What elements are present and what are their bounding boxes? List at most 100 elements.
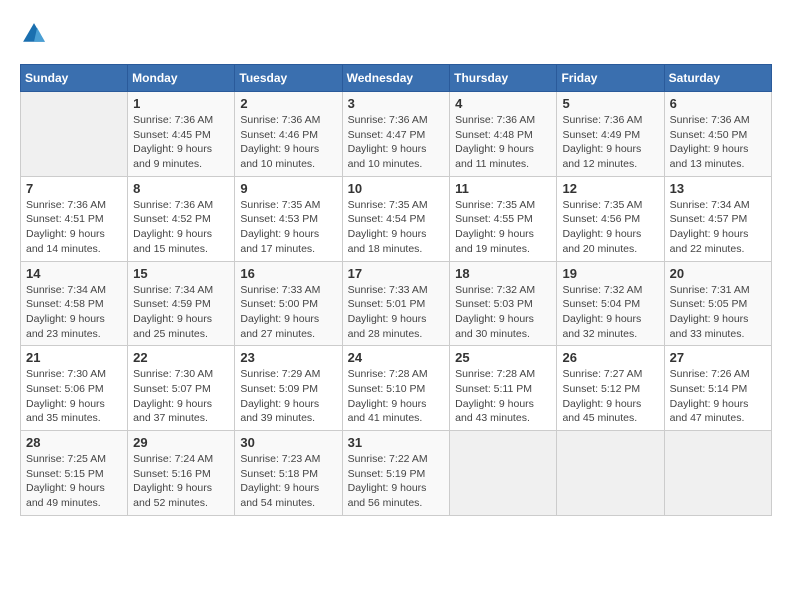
daylight-text: Daylight: 9 hours and 45 minutes.	[562, 397, 658, 426]
sunset-text: Sunset: 4:46 PM	[240, 128, 336, 143]
sunset-text: Sunset: 5:15 PM	[26, 467, 122, 482]
day-number: 1	[133, 96, 229, 111]
sunset-text: Sunset: 5:09 PM	[240, 382, 336, 397]
daylight-text: Daylight: 9 hours and 22 minutes.	[670, 227, 766, 256]
day-info: Sunrise: 7:35 AM Sunset: 4:56 PM Dayligh…	[562, 198, 658, 257]
day-number: 21	[26, 350, 122, 365]
sunset-text: Sunset: 5:04 PM	[562, 297, 658, 312]
sunset-text: Sunset: 4:55 PM	[455, 212, 551, 227]
calendar-cell: 21 Sunrise: 7:30 AM Sunset: 5:06 PM Dayl…	[21, 346, 128, 431]
sunset-text: Sunset: 5:18 PM	[240, 467, 336, 482]
sunrise-text: Sunrise: 7:36 AM	[348, 113, 445, 128]
sunrise-text: Sunrise: 7:36 AM	[133, 113, 229, 128]
daylight-text: Daylight: 9 hours and 37 minutes.	[133, 397, 229, 426]
daylight-text: Daylight: 9 hours and 15 minutes.	[133, 227, 229, 256]
calendar-cell: 3 Sunrise: 7:36 AM Sunset: 4:47 PM Dayli…	[342, 92, 450, 177]
sunrise-text: Sunrise: 7:36 AM	[133, 198, 229, 213]
daylight-text: Daylight: 9 hours and 11 minutes.	[455, 142, 551, 171]
header-row: SundayMondayTuesdayWednesdayThursdayFrid…	[21, 65, 772, 92]
sunset-text: Sunset: 4:56 PM	[562, 212, 658, 227]
day-info: Sunrise: 7:28 AM Sunset: 5:11 PM Dayligh…	[455, 367, 551, 426]
day-number: 2	[240, 96, 336, 111]
sunset-text: Sunset: 4:53 PM	[240, 212, 336, 227]
sunset-text: Sunset: 5:19 PM	[348, 467, 445, 482]
day-number: 22	[133, 350, 229, 365]
day-info: Sunrise: 7:36 AM Sunset: 4:49 PM Dayligh…	[562, 113, 658, 172]
calendar-cell: 16 Sunrise: 7:33 AM Sunset: 5:00 PM Dayl…	[235, 261, 342, 346]
sunset-text: Sunset: 4:59 PM	[133, 297, 229, 312]
calendar-cell: 24 Sunrise: 7:28 AM Sunset: 5:10 PM Dayl…	[342, 346, 450, 431]
day-number: 3	[348, 96, 445, 111]
sunrise-text: Sunrise: 7:32 AM	[562, 283, 658, 298]
day-info: Sunrise: 7:27 AM Sunset: 5:12 PM Dayligh…	[562, 367, 658, 426]
day-info: Sunrise: 7:34 AM Sunset: 4:59 PM Dayligh…	[133, 283, 229, 342]
col-header-sunday: Sunday	[21, 65, 128, 92]
calendar-cell: 18 Sunrise: 7:32 AM Sunset: 5:03 PM Dayl…	[450, 261, 557, 346]
day-info: Sunrise: 7:30 AM Sunset: 5:07 PM Dayligh…	[133, 367, 229, 426]
day-number: 16	[240, 266, 336, 281]
week-row-4: 21 Sunrise: 7:30 AM Sunset: 5:06 PM Dayl…	[21, 346, 772, 431]
sunset-text: Sunset: 5:06 PM	[26, 382, 122, 397]
daylight-text: Daylight: 9 hours and 56 minutes.	[348, 481, 445, 510]
calendar-cell: 7 Sunrise: 7:36 AM Sunset: 4:51 PM Dayli…	[21, 176, 128, 261]
calendar-cell: 8 Sunrise: 7:36 AM Sunset: 4:52 PM Dayli…	[128, 176, 235, 261]
sunrise-text: Sunrise: 7:36 AM	[670, 113, 766, 128]
day-info: Sunrise: 7:35 AM Sunset: 4:54 PM Dayligh…	[348, 198, 445, 257]
daylight-text: Daylight: 9 hours and 54 minutes.	[240, 481, 336, 510]
col-header-tuesday: Tuesday	[235, 65, 342, 92]
daylight-text: Daylight: 9 hours and 20 minutes.	[562, 227, 658, 256]
daylight-text: Daylight: 9 hours and 25 minutes.	[133, 312, 229, 341]
sunrise-text: Sunrise: 7:30 AM	[133, 367, 229, 382]
sunrise-text: Sunrise: 7:26 AM	[670, 367, 766, 382]
sunset-text: Sunset: 4:50 PM	[670, 128, 766, 143]
sunset-text: Sunset: 4:48 PM	[455, 128, 551, 143]
day-number: 24	[348, 350, 445, 365]
daylight-text: Daylight: 9 hours and 17 minutes.	[240, 227, 336, 256]
calendar-cell: 6 Sunrise: 7:36 AM Sunset: 4:50 PM Dayli…	[664, 92, 771, 177]
calendar-cell: 25 Sunrise: 7:28 AM Sunset: 5:11 PM Dayl…	[450, 346, 557, 431]
day-number: 18	[455, 266, 551, 281]
day-info: Sunrise: 7:28 AM Sunset: 5:10 PM Dayligh…	[348, 367, 445, 426]
col-header-thursday: Thursday	[450, 65, 557, 92]
sunset-text: Sunset: 5:10 PM	[348, 382, 445, 397]
day-info: Sunrise: 7:25 AM Sunset: 5:15 PM Dayligh…	[26, 452, 122, 511]
sunset-text: Sunset: 4:49 PM	[562, 128, 658, 143]
sunset-text: Sunset: 4:57 PM	[670, 212, 766, 227]
day-info: Sunrise: 7:35 AM Sunset: 4:53 PM Dayligh…	[240, 198, 336, 257]
sunset-text: Sunset: 5:03 PM	[455, 297, 551, 312]
day-number: 15	[133, 266, 229, 281]
week-row-1: 1 Sunrise: 7:36 AM Sunset: 4:45 PM Dayli…	[21, 92, 772, 177]
day-number: 25	[455, 350, 551, 365]
sunrise-text: Sunrise: 7:35 AM	[562, 198, 658, 213]
day-number: 28	[26, 435, 122, 450]
calendar-cell: 9 Sunrise: 7:35 AM Sunset: 4:53 PM Dayli…	[235, 176, 342, 261]
col-header-wednesday: Wednesday	[342, 65, 450, 92]
calendar-cell: 20 Sunrise: 7:31 AM Sunset: 5:05 PM Dayl…	[664, 261, 771, 346]
daylight-text: Daylight: 9 hours and 32 minutes.	[562, 312, 658, 341]
calendar-cell: 26 Sunrise: 7:27 AM Sunset: 5:12 PM Dayl…	[557, 346, 664, 431]
sunset-text: Sunset: 4:45 PM	[133, 128, 229, 143]
calendar-cell: 4 Sunrise: 7:36 AM Sunset: 4:48 PM Dayli…	[450, 92, 557, 177]
day-number: 14	[26, 266, 122, 281]
calendar-cell: 13 Sunrise: 7:34 AM Sunset: 4:57 PM Dayl…	[664, 176, 771, 261]
sunrise-text: Sunrise: 7:34 AM	[26, 283, 122, 298]
day-info: Sunrise: 7:36 AM Sunset: 4:52 PM Dayligh…	[133, 198, 229, 257]
sunrise-text: Sunrise: 7:25 AM	[26, 452, 122, 467]
day-number: 17	[348, 266, 445, 281]
day-info: Sunrise: 7:36 AM Sunset: 4:51 PM Dayligh…	[26, 198, 122, 257]
day-info: Sunrise: 7:30 AM Sunset: 5:06 PM Dayligh…	[26, 367, 122, 426]
day-info: Sunrise: 7:35 AM Sunset: 4:55 PM Dayligh…	[455, 198, 551, 257]
sunset-text: Sunset: 4:52 PM	[133, 212, 229, 227]
sunrise-text: Sunrise: 7:36 AM	[26, 198, 122, 213]
sunset-text: Sunset: 5:16 PM	[133, 467, 229, 482]
day-number: 20	[670, 266, 766, 281]
day-number: 13	[670, 181, 766, 196]
day-number: 5	[562, 96, 658, 111]
calendar-cell: 1 Sunrise: 7:36 AM Sunset: 4:45 PM Dayli…	[128, 92, 235, 177]
daylight-text: Daylight: 9 hours and 19 minutes.	[455, 227, 551, 256]
week-row-2: 7 Sunrise: 7:36 AM Sunset: 4:51 PM Dayli…	[21, 176, 772, 261]
calendar-cell: 31 Sunrise: 7:22 AM Sunset: 5:19 PM Dayl…	[342, 431, 450, 516]
daylight-text: Daylight: 9 hours and 41 minutes.	[348, 397, 445, 426]
day-number: 12	[562, 181, 658, 196]
sunrise-text: Sunrise: 7:34 AM	[670, 198, 766, 213]
